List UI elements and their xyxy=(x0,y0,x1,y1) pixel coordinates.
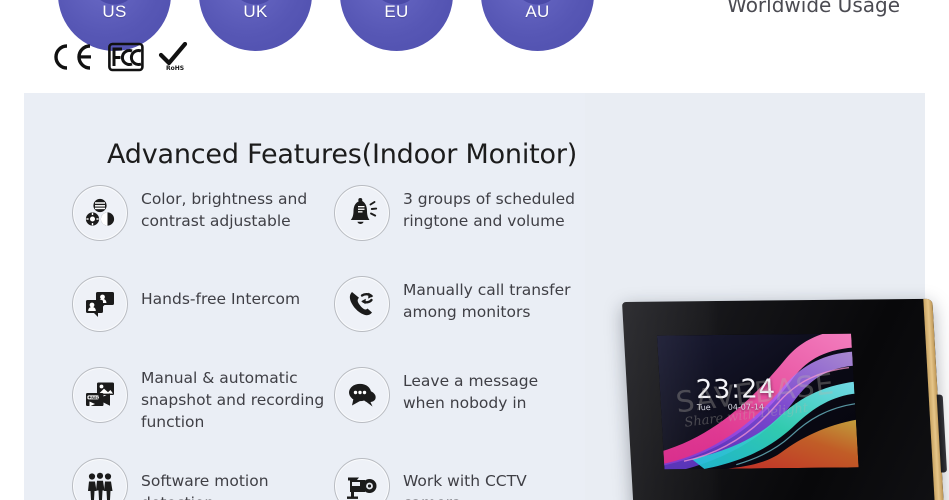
indoor-monitor-device: 23:24 Tue 04-07-14 HOMSECUR xyxy=(622,298,948,500)
feature-label: 3 groups of scheduled ringtone and volum… xyxy=(403,190,575,230)
feature-item-color-brightness[interactable]: Color, brightness and contrast adjustabl… xyxy=(72,185,316,241)
snapshot-recording-icon: REC xyxy=(72,367,128,423)
feature-row: Hands-free Intercom Manually call transf… xyxy=(48,276,608,367)
plug-label: US xyxy=(102,2,127,21)
color-brightness-contrast-icon xyxy=(72,185,128,241)
feature-item-cctv-camera[interactable]: Work with CCTV camera xyxy=(334,458,578,500)
feature-item-ringtone-groups[interactable]: 3 groups of scheduled ringtone and volum… xyxy=(334,185,578,241)
plug-label: UK xyxy=(243,2,268,21)
plug-label: AU xyxy=(525,2,550,21)
feature-item-call-transfer[interactable]: Manually call transfer among monitors xyxy=(334,276,578,332)
feature-item-motion-detection[interactable]: Software motion detection xyxy=(72,458,316,500)
feature-label: Color, brightness and contrast adjustabl… xyxy=(141,190,308,230)
feature-label: Leave a message when nobody in xyxy=(403,372,539,412)
fcc-mark-icon xyxy=(108,42,144,72)
leave-message-icon xyxy=(334,367,390,423)
motion-detection-icon xyxy=(72,458,128,500)
feature-label: Manually call transfer among monitors xyxy=(403,281,571,321)
svg-text:RoHS: RoHS xyxy=(166,65,184,72)
feature-item-snapshot-recording[interactable]: REC Manual & automatic snapshot and reco… xyxy=(72,367,326,433)
call-transfer-icon xyxy=(334,276,390,332)
worldwide-usage-label: Worldwide Usage xyxy=(727,0,900,17)
plug-option-eu[interactable]: EU xyxy=(340,0,453,51)
feature-label: Software motion detection xyxy=(141,472,269,500)
plug-label: EU xyxy=(384,2,409,21)
feature-row: REC Manual & automatic snapshot and reco… xyxy=(48,367,608,458)
page-title: Advanced Features(Indoor Monitor) xyxy=(107,139,578,170)
product-detail-page: US UK EU AU RoHS Worldwide Usage Advance… xyxy=(0,0,949,500)
feature-label: Manual & automatic snapshot and recordin… xyxy=(141,369,325,431)
intercom-users-icon xyxy=(72,276,128,332)
cctv-camera-icon xyxy=(334,458,390,500)
feature-label: Work with CCTV camera xyxy=(403,472,527,500)
top-strip: US UK EU AU RoHS Worldwide Usage xyxy=(0,0,949,93)
advanced-features-panel: Advanced Features(Indoor Monitor) Color,… xyxy=(24,93,948,500)
feature-item-leave-message[interactable]: Leave a message when nobody in xyxy=(334,367,578,423)
ce-mark-icon xyxy=(54,44,91,70)
feature-item-hands-free-intercom[interactable]: Hands-free Intercom xyxy=(72,276,300,332)
feature-label: Hands-free Intercom xyxy=(141,290,301,308)
feature-row: Software motion detection xyxy=(48,458,608,500)
device-bezel: 23:24 Tue 04-07-14 HOMSECUR xyxy=(622,298,947,500)
device-screen: 23:24 Tue 04-07-14 xyxy=(656,333,859,470)
certification-badges: RoHS xyxy=(50,42,188,72)
rohs-mark-icon: RoHS xyxy=(158,42,188,72)
bell-ringtone-icon xyxy=(334,185,390,241)
plug-option-uk[interactable]: UK xyxy=(199,0,312,51)
feature-row: Color, brightness and contrast adjustabl… xyxy=(48,185,608,276)
indoor-monitor-photo: 23:24 Tue 04-07-14 HOMSECUR xyxy=(596,206,949,500)
feature-list: Color, brightness and contrast adjustabl… xyxy=(48,185,608,500)
svg-text:REC: REC xyxy=(91,396,99,400)
plug-option-au[interactable]: AU xyxy=(481,0,594,51)
